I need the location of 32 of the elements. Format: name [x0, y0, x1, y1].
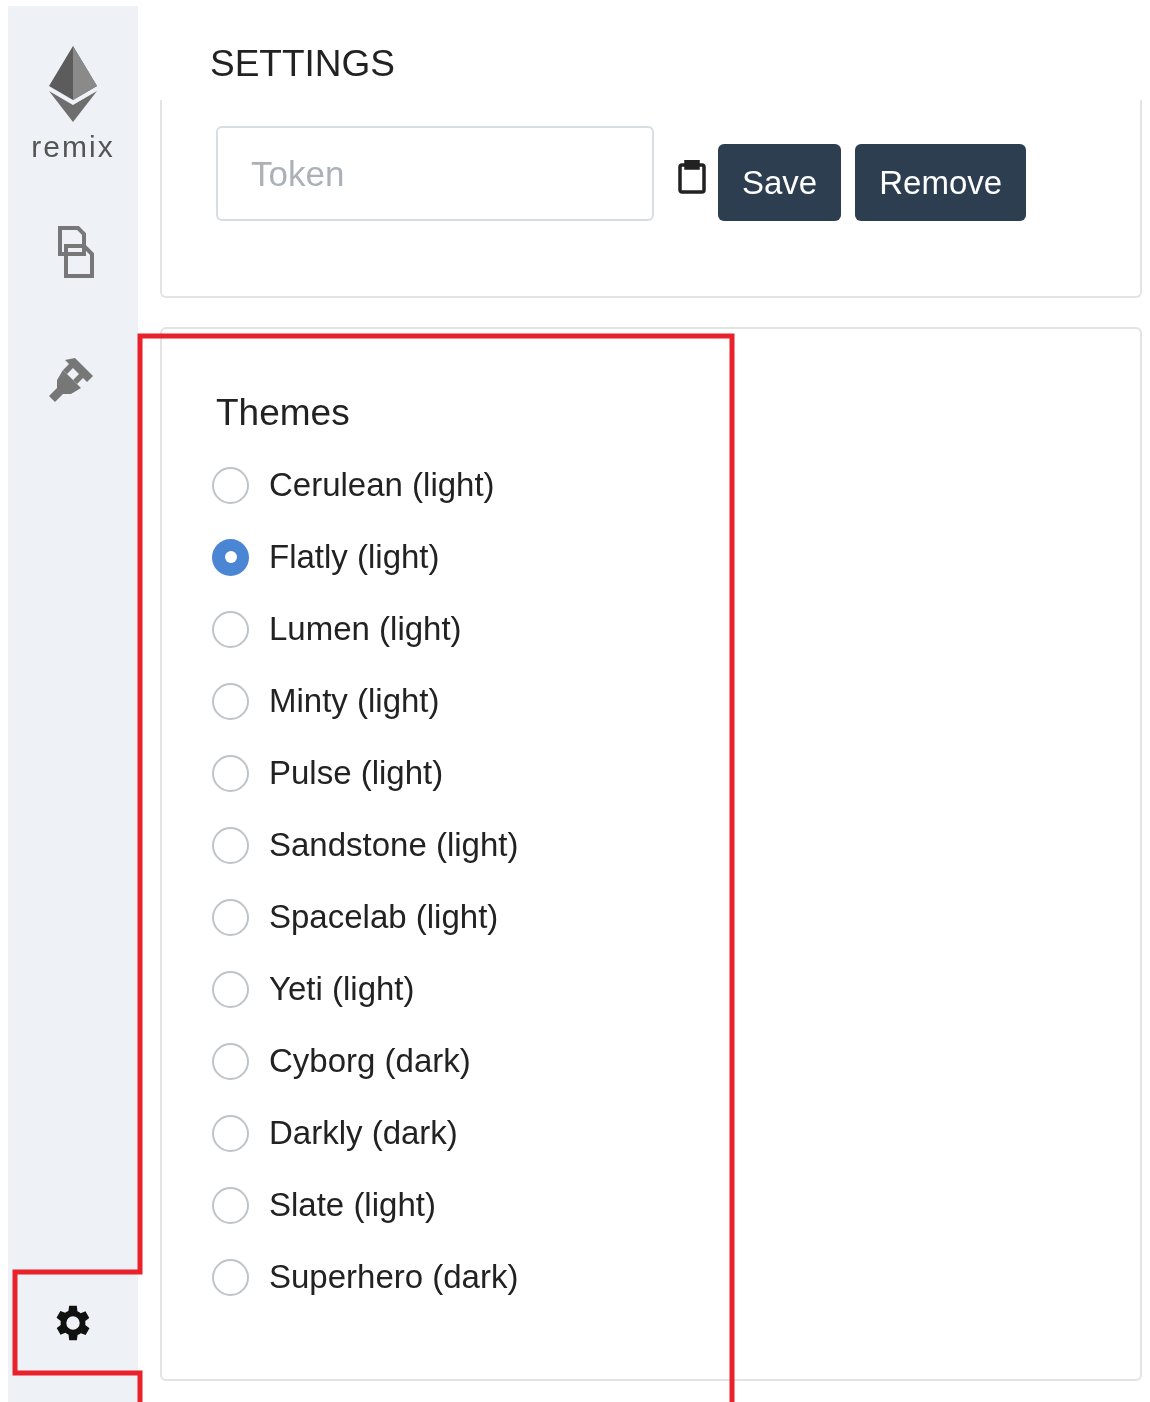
theme-option[interactable]: Spacelab (light) — [216, 881, 1140, 953]
save-button[interactable]: Save — [718, 144, 842, 221]
theme-option[interactable]: Minty (light) — [216, 665, 1140, 737]
theme-option[interactable]: Flatly (light) — [216, 521, 1140, 593]
radio-button[interactable] — [212, 970, 249, 1008]
theme-option[interactable]: Superhero (dark) — [216, 1241, 1140, 1313]
radio-button[interactable] — [212, 1186, 249, 1224]
diamond-logo-icon — [49, 46, 97, 122]
theme-option[interactable]: Sandstone (light) — [216, 809, 1140, 881]
theme-option[interactable]: Darkly (dark) — [216, 1097, 1140, 1169]
radio-button[interactable] — [212, 826, 249, 864]
radio-button[interactable] — [212, 682, 249, 720]
theme-option[interactable]: Lumen (light) — [216, 593, 1140, 665]
theme-option[interactable]: Cyborg (dark) — [216, 1025, 1140, 1097]
theme-option[interactable]: Cerulean (light) — [216, 449, 1140, 521]
radio-button[interactable] — [212, 610, 249, 648]
radio-button[interactable] — [212, 898, 249, 936]
clipboard-icon[interactable] — [678, 160, 706, 194]
token-field[interactable]: Token — [216, 126, 654, 221]
theme-option[interactable]: Slate (light) — [216, 1169, 1140, 1241]
radio-button[interactable] — [212, 466, 249, 504]
radio-button[interactable] — [212, 1042, 249, 1080]
radio-button[interactable] — [212, 754, 249, 792]
page-title: SETTINGS — [210, 42, 397, 86]
remove-button[interactable]: Remove — [855, 144, 1027, 221]
radio-button[interactable] — [212, 538, 249, 576]
logo-text: remix — [31, 132, 115, 162]
radio-button[interactable] — [212, 1114, 249, 1152]
themes-heading: Themes — [216, 391, 351, 435]
theme-option[interactable]: Yeti (light) — [216, 953, 1140, 1025]
radio-button[interactable] — [212, 1258, 249, 1296]
theme-option[interactable]: Pulse (light) — [216, 737, 1140, 809]
